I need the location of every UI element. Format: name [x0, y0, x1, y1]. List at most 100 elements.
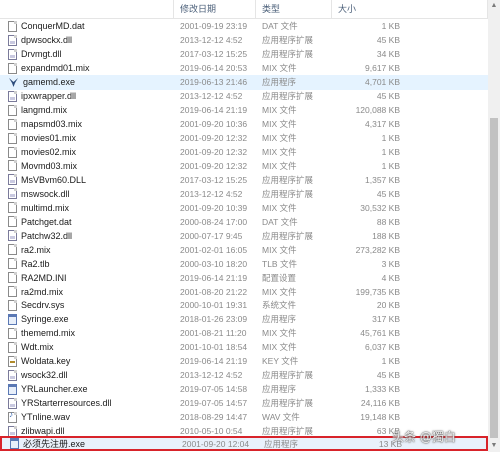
file-name: mapsmd03.mix [21, 119, 83, 130]
dll-file-icon [8, 34, 17, 46]
column-header: 修改日期 类型 大小 [0, 0, 488, 19]
file-row[interactable]: RA2MD.INI 2019-06-14 21:19 配置设置 4 KB [0, 270, 488, 285]
file-row[interactable]: mswsock.dll 2013-12-12 4:52 应用程序扩展 45 KB [0, 186, 488, 201]
file-row[interactable]: movies02.mix 2001-09-20 12:32 MIX 文件 1 KB [0, 145, 488, 160]
file-date-modified: 2019-06-14 21:19 [180, 272, 248, 283]
file-size: 317 KB [372, 314, 400, 325]
scroll-down-arrow-icon[interactable]: ▼ [488, 440, 500, 452]
file-type: MIX 文件 [262, 147, 297, 157]
file-name-cell: Woldata.key [0, 355, 174, 367]
file-row[interactable]: Movmd03.mix 2001-09-20 12:32 MIX 文件 1 KB [0, 158, 488, 173]
file-icon [8, 299, 17, 311]
scroll-thumb[interactable] [490, 118, 498, 438]
file-type: 应用程序 [262, 314, 297, 325]
file-size: 3 KB [381, 258, 400, 269]
file-type: MIX 文件 [262, 244, 297, 255]
file-row[interactable]: multimd.mix 2001-09-20 10:39 MIX 文件 30,532 … [0, 200, 488, 215]
file-row[interactable]: Patchw32.dll 2000-07-17 9:45 应用程序扩展 188 KB [0, 228, 488, 243]
dll-file-icon [8, 230, 17, 242]
file-row[interactable]: ra2md.mix 2001-08-20 21:22 MIX 文件 199,735 K… [0, 284, 488, 299]
file-date-modified: 2019-06-14 20:53 [180, 63, 248, 74]
dll-file-icon [8, 174, 17, 186]
file-name-cell: Syringe.exe [0, 313, 174, 325]
file-name: Patchget.dat [21, 216, 72, 227]
file-row[interactable]: wsock32.dll 2013-12-12 4:52 应用程序扩展 45 KB [0, 368, 488, 383]
file-name: ConquerMD.dat [21, 21, 85, 32]
file-date-modified: 2001-09-20 10:39 [180, 202, 248, 213]
file-name-cell: ipxwrapper.dll [0, 90, 174, 102]
file-name-cell: RA2MD.INI [0, 272, 174, 284]
file-date-modified: 2013-12-12 4:52 [180, 188, 243, 199]
file-row[interactable]: YTnline.wav 2018-08-29 14:47 WAV 文件 19,148 … [0, 410, 488, 425]
file-name: 必须先注册.exe [23, 439, 86, 450]
file-type: 应用程序扩展 [262, 398, 314, 409]
file-row[interactable]: Syringe.exe 2018-01-26 23:09 应用程序 317 KB [0, 312, 488, 327]
file-row[interactable]: thememd.mix 2001-08-21 11:20 MIX 文件 45,761 … [0, 326, 488, 341]
watermark-text: 头条 @獨白 [392, 430, 456, 444]
file-row[interactable]: ipxwrapper.dll 2013-12-12 4:52 应用程序扩展 45 KB [0, 89, 488, 104]
file-row[interactable]: movies01.mix 2001-09-20 12:32 MIX 文件 1 KB [0, 131, 488, 146]
file-row[interactable]: Patchget.dat 2000-08-24 17:00 DAT 文件 88 KB [0, 214, 488, 229]
file-date-modified: 2001-09-20 12:32 [180, 133, 248, 144]
file-row[interactable]: Ra2.tlb 2000-03-10 18:20 TLB 文件 3 KB [0, 256, 488, 271]
file-size: 88 KB [376, 216, 400, 227]
file-date-modified: 2001-10-01 18:54 [180, 342, 248, 353]
file-size: 273,282 KB [355, 244, 400, 255]
file-type: MIX 文件 [262, 119, 297, 130]
file-size: 1,333 KB [365, 384, 400, 395]
file-row[interactable]: ra2.mix 2001-02-01 16:05 MIX 文件 273,282 KB [0, 242, 488, 257]
file-date-modified: 2001-09-20 12:32 [180, 160, 248, 171]
file-icon [8, 216, 17, 228]
file-name: Patchw32.dll [21, 230, 73, 241]
file-type: TLB 文件 [262, 258, 297, 269]
file-name: Woldata.key [21, 356, 71, 367]
file-name: mswsock.dll [21, 188, 70, 199]
file-name-cell: multimd.mix [0, 202, 174, 214]
file-name-cell: langmd.mix [0, 104, 174, 116]
file-date-modified: 2013-12-12 4:52 [180, 370, 243, 381]
file-size: 6,037 KB [365, 342, 400, 353]
file-date-modified: 2019-06-14 21:19 [180, 356, 248, 367]
file-size: 45,761 KB [360, 328, 400, 339]
column-name[interactable] [0, 0, 174, 18]
file-row[interactable]: MsVBvm60.DLL 2017-03-12 15:25 应用程序扩展 1,357 … [0, 172, 488, 187]
file-row[interactable]: Secdrv.sys 2000-10-01 19:31 系统文件 20 KB [0, 298, 488, 313]
file-name-cell: expandmd01.mix [0, 62, 174, 74]
column-date-modified[interactable]: 修改日期 [174, 0, 256, 18]
file-name-cell: gamemd.exe [0, 77, 174, 88]
file-row[interactable]: Woldata.key 2019-06-14 21:19 KEY 文件 1 KB [0, 354, 488, 369]
dll-file-icon [8, 90, 17, 102]
file-type: MIX 文件 [262, 105, 297, 116]
file-row[interactable]: YRLauncher.exe 2019-07-05 14:58 应用程序 1,333 … [0, 382, 488, 397]
file-name: thememd.mix [21, 328, 76, 339]
file-name-cell: wsock32.dll [0, 369, 174, 381]
file-row[interactable]: Wdt.mix 2001-10-01 18:54 MIX 文件 6,037 KB [0, 340, 488, 355]
vertical-scrollbar[interactable]: ▲ ▼ [488, 0, 500, 452]
file-size: 1 KB [381, 21, 400, 32]
dll-file-icon [8, 397, 17, 409]
file-icon [8, 160, 17, 172]
file-row[interactable]: YRStarterresources.dll 2019-07-05 14:57 应用… [0, 396, 488, 411]
exe-file-icon [8, 313, 17, 325]
dll-file-icon [8, 188, 17, 200]
file-name: Syringe.exe [21, 314, 69, 325]
file-row[interactable]: ConquerMD.dat 2001-09-19 23:19 DAT 文件 1 KB [0, 19, 488, 34]
file-row[interactable]: langmd.mix 2019-06-14 21:19 MIX 文件 120,088 … [0, 103, 488, 118]
file-icon [8, 258, 17, 270]
file-row[interactable]: dpwsockx.dll 2013-12-12 4:52 应用程序扩展 45 KB [0, 33, 488, 48]
scroll-up-arrow-icon[interactable]: ▲ [488, 0, 500, 12]
file-type: MIX 文件 [262, 63, 297, 74]
file-row[interactable]: mapsmd03.mix 2001-09-20 10:36 MIX 文件 4,317 … [0, 117, 488, 132]
audio-file-icon [8, 411, 17, 423]
file-name: multimd.mix [21, 202, 70, 213]
column-size[interactable]: 大小 [332, 0, 488, 18]
exe-file-icon [8, 383, 17, 395]
file-name: wsock32.dll [21, 370, 68, 381]
file-size: 45 KB [376, 91, 400, 102]
file-name-cell: thememd.mix [0, 327, 174, 339]
file-row[interactable]: expandmd01.mix 2019-06-14 20:53 MIX 文件 9,61… [0, 61, 488, 76]
file-row[interactable]: Drvmgt.dll 2017-03-12 15:25 应用程序扩展 34 KB [0, 47, 488, 62]
file-name-cell: Ra2.tlb [0, 258, 174, 270]
file-row[interactable]: gamemd.exe 2019-06-13 21:46 应用程序 4,701 KB [0, 74, 488, 90]
column-type[interactable]: 类型 [256, 0, 332, 18]
